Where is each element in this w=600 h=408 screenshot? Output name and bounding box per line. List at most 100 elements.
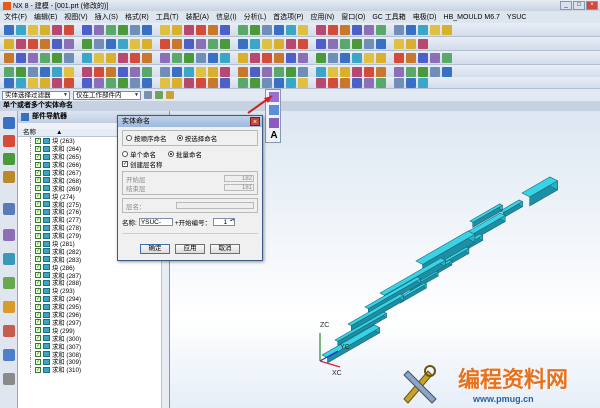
toolbar-tool-icon[interactable]: [406, 66, 416, 77]
visibility-checkbox[interactable]: ✓: [35, 248, 41, 255]
text-tool-icon[interactable]: A: [269, 131, 279, 141]
toolbar-tool-icon[interactable]: [430, 24, 440, 35]
assembly-navigator-icon[interactable]: [3, 117, 15, 129]
menu-item-3[interactable]: 插入(S): [95, 12, 118, 22]
layer-naming-icon[interactable]: [269, 118, 279, 128]
toolbar-tool-icon[interactable]: [52, 77, 62, 88]
tree-row[interactable]: ✓ 求和 (295): [18, 302, 169, 311]
menu-item-8[interactable]: 分析(L): [244, 12, 267, 22]
toolbar-tool-icon[interactable]: [16, 24, 26, 35]
toolbar-tool-icon[interactable]: [118, 66, 128, 77]
visibility-checkbox[interactable]: ✓: [35, 208, 41, 215]
tree-row[interactable]: ✓ 求和 (297): [18, 318, 169, 327]
toolbar-tool-icon[interactable]: [364, 66, 374, 77]
toolbar-tool-icon[interactable]: [208, 38, 218, 49]
toolbar-tool-icon[interactable]: [160, 52, 170, 63]
menu-item-1[interactable]: 编辑(E): [34, 12, 57, 22]
toolbar-tool-icon[interactable]: [172, 77, 182, 88]
toolbar-tool-icon[interactable]: [64, 77, 74, 88]
point-icon[interactable]: [166, 91, 174, 99]
toolbar-tool-icon[interactable]: [172, 24, 182, 35]
toolbar-tool-icon[interactable]: [196, 24, 206, 35]
radio-sequential[interactable]: 按顺序命名: [126, 133, 167, 143]
toolbar-tool-icon[interactable]: [286, 38, 296, 49]
menu-item-11[interactable]: 窗口(O): [341, 12, 365, 22]
toolbar-tool-icon[interactable]: [28, 52, 38, 63]
toolbar-tool-icon[interactable]: [442, 24, 452, 35]
toolbar-tool-icon[interactable]: [16, 77, 26, 88]
solid-long-bar[interactable]: [347, 293, 405, 332]
visibility-checkbox[interactable]: ✓: [35, 201, 41, 208]
toolbar-tool-icon[interactable]: [238, 66, 248, 77]
toolbar-tool-icon[interactable]: [340, 52, 350, 63]
toolbar-tool-icon[interactable]: [250, 77, 260, 88]
toolbar-tool-icon[interactable]: [184, 77, 194, 88]
toolbar-tool-icon[interactable]: [316, 77, 326, 88]
toolbar-tool-icon[interactable]: [376, 77, 386, 88]
toolbar-tool-icon[interactable]: [274, 52, 284, 63]
toolbar-tool-icon[interactable]: [262, 24, 272, 35]
toolbar-tool-icon[interactable]: [316, 52, 326, 63]
toolbar-tool-icon[interactable]: [406, 77, 416, 88]
toolbar-tool-icon[interactable]: [274, 24, 284, 35]
toolbar-tool-icon[interactable]: [208, 24, 218, 35]
toolbar-tool-icon[interactable]: [40, 66, 50, 77]
toolbar-tool-icon[interactable]: [118, 52, 128, 63]
toolbar-tool-icon[interactable]: [160, 77, 170, 88]
toolbar-tool-icon[interactable]: [250, 52, 260, 63]
tree-row[interactable]: ✓ 求和 (288): [18, 279, 169, 287]
toolbar-tool-icon[interactable]: [16, 52, 26, 63]
menu-item-13[interactable]: 电极(D): [413, 12, 437, 22]
toolbar-tool-icon[interactable]: [184, 66, 194, 77]
toolbar-tool-icon[interactable]: [208, 52, 218, 63]
toolbar-tool-icon[interactable]: [64, 38, 74, 49]
end-layer-field[interactable]: 181: [224, 184, 254, 191]
radio-by-selection[interactable]: 按选择命名: [176, 133, 217, 143]
visibility-checkbox[interactable]: ✓: [35, 311, 41, 318]
toolbar-tool-icon[interactable]: [94, 24, 104, 35]
toolbar-tool-icon[interactable]: [4, 77, 14, 88]
toolbar-tool-icon[interactable]: [82, 38, 92, 49]
toolbar-tool-icon[interactable]: [394, 24, 404, 35]
reuse-library-icon[interactable]: [3, 171, 15, 183]
visibility-checkbox[interactable]: ✓: [35, 264, 41, 271]
visibility-checkbox[interactable]: ✓: [35, 287, 41, 294]
toolbar-tool-icon[interactable]: [160, 66, 170, 77]
toolbar-tool-icon[interactable]: [28, 66, 38, 77]
toolbar-tool-icon[interactable]: [106, 77, 116, 88]
column-name[interactable]: 名称: [23, 129, 36, 136]
toolbar-tool-icon[interactable]: [316, 24, 326, 35]
visibility-checkbox[interactable]: ✓: [35, 193, 41, 200]
tree-row[interactable]: ✓ 求和 (296): [18, 310, 169, 319]
toolbar-tool-icon[interactable]: [376, 24, 386, 35]
toolbar-tool-icon[interactable]: [364, 24, 374, 35]
toolbar-tool-icon[interactable]: [220, 77, 230, 88]
roles-icon[interactable]: [3, 325, 15, 337]
toolbar-tool-icon[interactable]: [142, 52, 152, 63]
menu-item-15[interactable]: YSUC: [507, 14, 526, 21]
solid-tray[interactable]: [521, 176, 559, 207]
toolbar-tool-icon[interactable]: [340, 66, 350, 77]
toolbar-tool-icon[interactable]: [220, 66, 230, 77]
visibility-checkbox[interactable]: ✓: [35, 295, 41, 302]
toolbar-tool-icon[interactable]: [352, 66, 362, 77]
toolbar-tool-icon[interactable]: [430, 52, 440, 63]
toolbar-tool-icon[interactable]: [298, 66, 308, 77]
toolbar-tool-icon[interactable]: [28, 77, 38, 88]
toolbar-tool-icon[interactable]: [442, 52, 452, 63]
toolbar-tool-icon[interactable]: [274, 38, 284, 49]
visibility-checkbox[interactable]: ✓: [35, 137, 41, 144]
toolbar-tool-icon[interactable]: [184, 52, 194, 63]
toolbar-tool-icon[interactable]: [118, 77, 128, 88]
toolbar-tool-icon[interactable]: [394, 38, 404, 49]
toolbar-tool-icon[interactable]: [298, 77, 308, 88]
visibility-checkbox[interactable]: ✓: [35, 303, 41, 310]
part-navigator-icon[interactable]: [3, 153, 15, 165]
toolbar-tool-icon[interactable]: [82, 66, 92, 77]
radio-single-dot[interactable]: [122, 151, 128, 157]
toolbar-tool-icon[interactable]: [64, 52, 74, 63]
radio-sequential-dot[interactable]: [126, 135, 132, 141]
visibility-checkbox[interactable]: ✓: [35, 272, 41, 279]
toolbar-tool-icon[interactable]: [418, 38, 428, 49]
toolbar-tool-icon[interactable]: [172, 66, 182, 77]
